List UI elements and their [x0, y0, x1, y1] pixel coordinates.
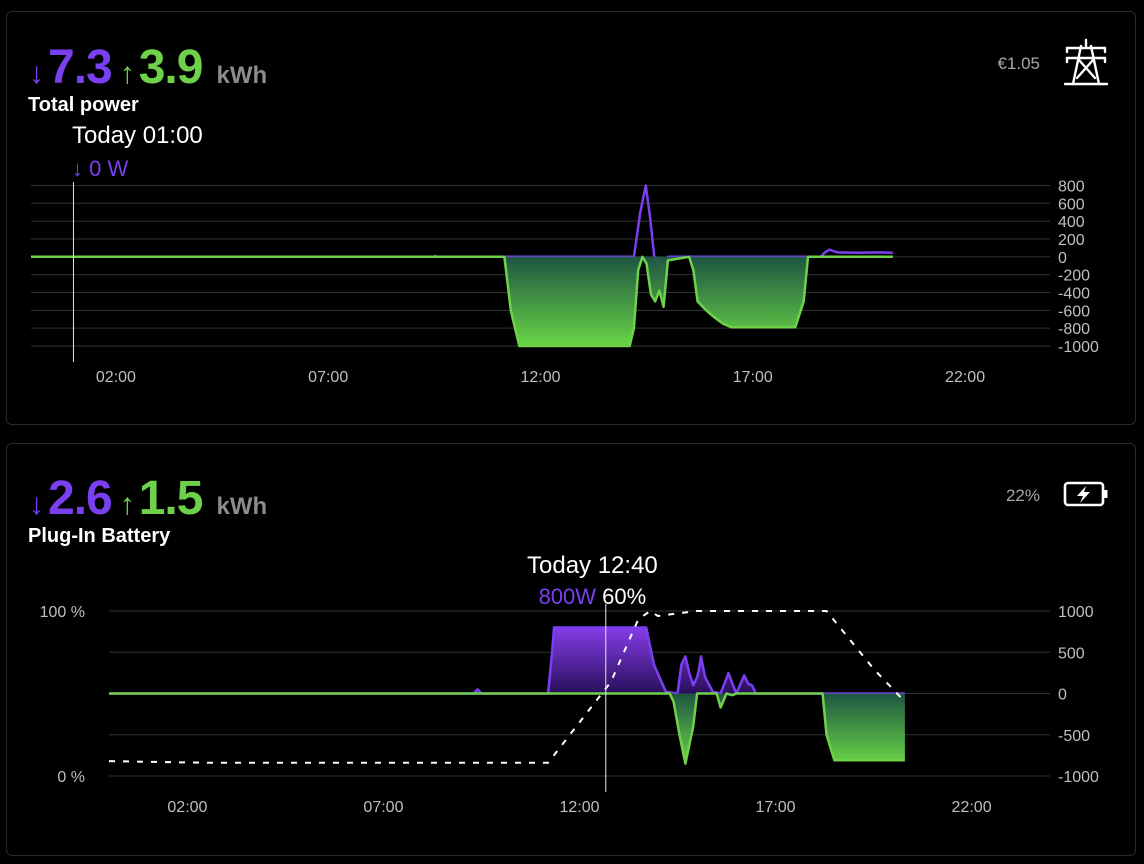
- y-tick-label: 1000: [1058, 604, 1094, 621]
- series-area-1: [109, 693, 905, 764]
- series-line-0: [31, 184, 893, 269]
- x-tick-label: 17:00: [756, 799, 796, 816]
- y2-tick-label: 100 %: [40, 604, 85, 621]
- series-area-0: [109, 627, 905, 694]
- x-tick-label: 22:00: [952, 799, 992, 816]
- y-tick-label: 500: [1058, 645, 1085, 662]
- x-tick-label: 12:00: [559, 799, 599, 816]
- series-line-0: [109, 626, 905, 695]
- y-tick-label: 200: [1058, 232, 1085, 249]
- total-power-card[interactable]: ↓ 7.3 ↑ 3.9 kWh Total power €1.05 Today …: [6, 11, 1136, 425]
- y-tick-label: 800: [1058, 178, 1085, 195]
- x-tick-label: 07:00: [308, 369, 348, 386]
- y-tick-label: -400: [1058, 285, 1090, 302]
- y-tick-label: 0: [1058, 687, 1067, 704]
- y-tick-label: 0: [1058, 250, 1067, 267]
- y-tick-label: -600: [1058, 303, 1090, 320]
- series-line-2: [108, 610, 906, 764]
- x-tick-label: 17:00: [733, 369, 773, 386]
- battery-chart[interactable]: 1000 500 0 -500 -1000 02:00 07:00 12:00 17:00 22:…: [7, 444, 1137, 857]
- y2-tick-label: 0 %: [57, 769, 85, 786]
- x-tick-label: 12:00: [520, 369, 560, 386]
- y-tick-label: -1000: [1058, 339, 1099, 356]
- y-tick-label: 600: [1058, 196, 1085, 213]
- x-tick-label: 02:00: [167, 799, 207, 816]
- y-tick-label: -500: [1058, 728, 1090, 745]
- series-area-1: [31, 256, 893, 346]
- battery-card[interactable]: ↓ 2.6 ↑ 1.5 kWh Plug-In Battery 22% Toda…: [6, 443, 1136, 856]
- x-tick-label: 07:00: [363, 799, 403, 816]
- x-tick-label: 22:00: [945, 369, 985, 386]
- y-tick-label: -1000: [1058, 769, 1099, 786]
- y-tick-label: 400: [1058, 214, 1085, 231]
- y-tick-label: -800: [1058, 321, 1090, 338]
- x-tick-label: 02:00: [96, 369, 136, 386]
- series-line-1: [109, 692, 905, 765]
- y-tick-label: -200: [1058, 268, 1090, 285]
- total-power-chart[interactable]: 8006004002000-200-400-600-800-1000 02:00 0…: [7, 12, 1137, 426]
